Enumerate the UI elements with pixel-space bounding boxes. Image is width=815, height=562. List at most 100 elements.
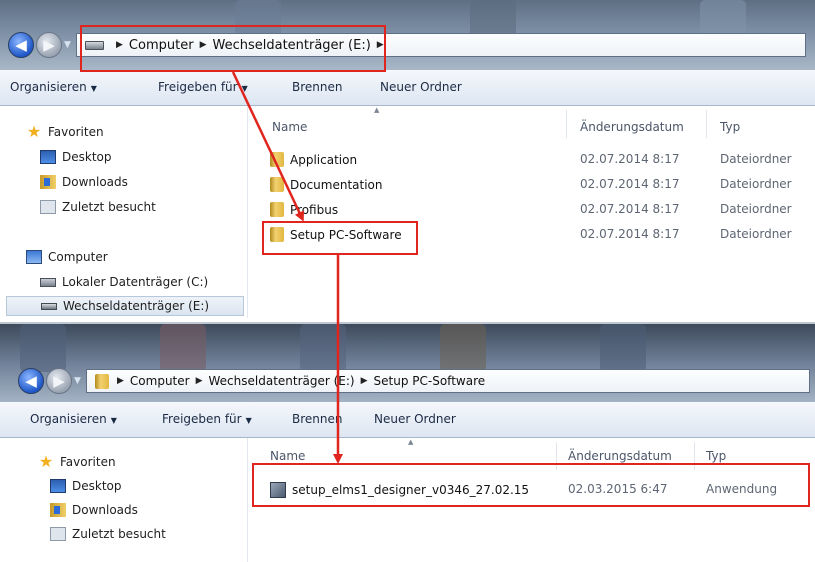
sidebar-item-downloads[interactable]: Downloads <box>50 500 138 520</box>
column-header-type[interactable]: Typ <box>720 120 740 134</box>
organize-button[interactable]: Organisieren ▼ <box>10 80 97 94</box>
explorer-window-top: ◀ ▶ ▼ ▶ Computer ▶ Wechseldatenträger (E… <box>0 0 815 318</box>
column-divider[interactable] <box>694 442 695 470</box>
new-folder-button[interactable]: Neuer Ordner <box>380 80 462 94</box>
address-bar[interactable]: ▶ Computer ▶ Wechseldatenträger (E:) ▶ <box>76 33 806 57</box>
file-type: Dateiordner <box>720 177 792 191</box>
sidebar-item-label: Computer <box>48 250 108 264</box>
recent-places-icon <box>50 527 66 541</box>
desktop-icon <box>50 479 66 493</box>
forward-button[interactable]: ▶ <box>46 368 72 394</box>
explorer-window-bottom: ◀ ▶ ▼ ▶ Computer ▶ Wechseldatenträger (E… <box>0 322 815 562</box>
sidebar-item-local-disk[interactable]: Lokaler Datenträger (C:) <box>40 272 208 292</box>
downloads-icon <box>40 175 56 189</box>
sidebar-item-downloads[interactable]: Downloads <box>40 172 128 192</box>
burn-button[interactable]: Brennen <box>292 80 342 94</box>
file-type: Dateiordner <box>720 202 792 216</box>
sidebar-item-label: Zuletzt besucht <box>62 200 156 214</box>
folder-icon <box>270 227 284 242</box>
sidebar-item-desktop[interactable]: Desktop <box>50 476 122 496</box>
breadcrumb-computer[interactable]: Computer <box>130 374 190 388</box>
sidebar-item-removable-drive[interactable]: Wechseldatenträger (E:) <box>6 296 244 316</box>
table-row[interactable]: Setup PC-Software 02.07.2014 8:17 Dateio… <box>248 223 815 247</box>
chevron-right-icon[interactable]: ▶ <box>116 40 123 50</box>
sidebar-item-label: Wechseldatenträger (E:) <box>63 299 210 313</box>
burn-button[interactable]: Brennen <box>292 412 342 426</box>
navigation-pane: ★ Favoriten Desktop Downloads Zuletzt be… <box>0 106 248 318</box>
sidebar-item-computer[interactable]: Computer <box>26 247 108 267</box>
file-list: ▲ Name Änderungsdatum Typ setup_elms1_de… <box>248 438 815 562</box>
downloads-icon <box>50 503 66 517</box>
file-modified: 02.07.2014 8:17 <box>580 227 680 241</box>
chevron-right-icon[interactable]: ▶ <box>200 40 207 50</box>
file-name: Application <box>290 152 358 167</box>
new-folder-button[interactable]: Neuer Ordner <box>374 412 456 426</box>
application-icon <box>270 482 286 498</box>
share-with-button[interactable]: Freigeben für ▼ <box>158 80 248 94</box>
table-row[interactable]: Profibus 02.07.2014 8:17 Dateiordner <box>248 198 815 222</box>
folder-icon <box>95 373 109 389</box>
sidebar-item-desktop[interactable]: Desktop <box>40 147 112 167</box>
column-divider[interactable] <box>556 442 557 470</box>
table-row[interactable]: Documentation 02.07.2014 8:17 Dateiordne… <box>248 173 815 197</box>
column-header-type[interactable]: Typ <box>706 449 726 463</box>
sidebar-item-label: Zuletzt besucht <box>72 527 166 541</box>
column-header-modified[interactable]: Änderungsdatum <box>580 120 684 134</box>
breadcrumb-setup-folder[interactable]: Setup PC-Software <box>374 374 486 388</box>
dropdown-arrow-icon: ▼ <box>90 84 97 93</box>
sidebar-item-favorites[interactable]: ★ Favoriten <box>26 122 104 142</box>
table-row[interactable]: setup_elms1_designer_v0346_27.02.15 02.0… <box>248 478 815 502</box>
chevron-right-icon[interactable]: ▶ <box>377 40 384 50</box>
chevron-right-icon[interactable]: ▶ <box>361 376 368 386</box>
file-modified: 02.07.2014 8:17 <box>580 177 680 191</box>
file-modified: 02.07.2014 8:17 <box>580 152 680 166</box>
sidebar-item-label: Favoriten <box>48 125 104 139</box>
file-modified: 02.03.2015 6:47 <box>568 482 668 496</box>
folder-icon <box>270 177 284 192</box>
column-header-name[interactable]: Name <box>272 120 307 134</box>
file-name: Setup PC-Software <box>290 227 402 242</box>
address-bar[interactable]: ▶ Computer ▶ Wechseldatenträger (E:) ▶ S… <box>86 369 810 393</box>
sidebar-item-favorites[interactable]: ★ Favoriten <box>38 452 116 472</box>
share-with-button[interactable]: Freigeben für ▼ <box>162 412 252 426</box>
organize-button[interactable]: Organisieren ▼ <box>30 412 117 426</box>
chevron-right-icon[interactable]: ▶ <box>196 376 203 386</box>
column-divider[interactable] <box>706 110 707 138</box>
navigation-pane: ★ Favoriten Desktop Downloads Zuletzt be… <box>0 438 248 562</box>
desktop-icon <box>40 150 56 164</box>
removable-drive-icon <box>85 40 104 50</box>
star-icon: ★ <box>26 122 42 141</box>
file-name: Documentation <box>290 177 383 192</box>
chevron-right-icon[interactable]: ▶ <box>117 376 124 386</box>
dropdown-arrow-icon: ▼ <box>245 416 252 425</box>
command-bar: Organisieren ▼ Freigeben für ▼ Brennen Neu… <box>0 70 815 106</box>
table-row[interactable]: Application 02.07.2014 8:17 Dateiordner <box>248 148 815 172</box>
file-name: Profibus <box>290 202 339 217</box>
recent-pages-dropdown-icon[interactable]: ▼ <box>74 376 81 386</box>
breadcrumb-computer[interactable]: Computer <box>129 38 194 53</box>
recent-pages-dropdown-icon[interactable]: ▼ <box>64 40 71 50</box>
sidebar-item-label: Desktop <box>62 150 112 164</box>
sidebar-item-label: Downloads <box>72 503 138 517</box>
column-divider[interactable] <box>566 110 567 138</box>
folder-icon <box>270 202 284 217</box>
sidebar-item-recent[interactable]: Zuletzt besucht <box>50 524 166 544</box>
breadcrumb-removable-drive[interactable]: Wechseldatenträger (E:) <box>212 38 370 53</box>
sidebar-item-label: Desktop <box>72 479 122 493</box>
file-type: Anwendung <box>706 482 778 496</box>
command-bar: Organisieren ▼ Freigeben für ▼ Brennen Neu… <box>0 402 815 438</box>
star-icon: ★ <box>38 452 54 471</box>
file-list: ▲ Name Änderungsdatum Typ Application 02… <box>248 106 815 318</box>
sidebar-item-recent[interactable]: Zuletzt besucht <box>40 197 156 217</box>
back-button[interactable]: ◀ <box>18 368 44 394</box>
breadcrumb-removable-drive[interactable]: Wechseldatenträger (E:) <box>209 374 355 388</box>
column-header-name[interactable]: Name <box>270 449 305 463</box>
window-title-bar: ◀ ▶ ▼ ▶ Computer ▶ Wechseldatenträger (E… <box>0 324 815 402</box>
sort-ascending-icon: ▲ <box>374 106 380 114</box>
forward-button[interactable]: ▶ <box>36 32 62 58</box>
sidebar-item-label: Favoriten <box>60 455 116 469</box>
window-title-bar: ◀ ▶ ▼ ▶ Computer ▶ Wechseldatenträger (E… <box>0 0 815 70</box>
back-button[interactable]: ◀ <box>8 32 34 58</box>
column-header-modified[interactable]: Änderungsdatum <box>568 449 672 463</box>
removable-drive-icon <box>41 302 57 310</box>
